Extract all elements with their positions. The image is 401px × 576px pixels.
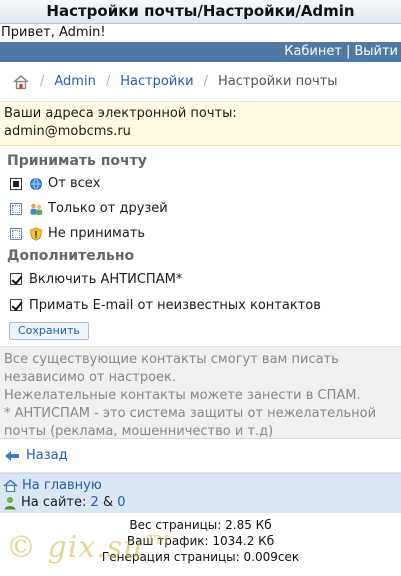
email-info-box: Ваши адреса электронной почты: admin@mob…	[0, 102, 401, 146]
email-address: admin@mobcms.ru	[4, 124, 131, 139]
note-line: независимо от настроек.	[4, 370, 177, 385]
logout-link[interactable]: Выйти	[354, 44, 398, 59]
option-friends-label: Только от друзей	[48, 201, 168, 216]
traffic: Ваш трафик: 1034.2 Кб	[126, 534, 275, 548]
breadcrumb: / Admin / Настройки / Настройки почты	[0, 62, 401, 102]
back-link[interactable]: Назад	[26, 448, 68, 463]
back-link-row[interactable]: Назад	[0, 439, 401, 473]
breadcrumb-separator: /	[40, 74, 45, 89]
radio-none[interactable]	[10, 227, 22, 240]
home-icon[interactable]	[12, 74, 30, 90]
option-none-label: Не принимать	[48, 226, 146, 241]
generation-time: Генерация страницы: 0.009сек	[101, 550, 300, 564]
option-friends[interactable]: Только от друзей	[7, 196, 394, 221]
radio-all[interactable]	[10, 177, 22, 190]
breadcrumb-admin[interactable]: Admin	[54, 74, 95, 89]
breadcrumb-current: Настройки почты	[218, 74, 338, 89]
breadcrumb-separator: /	[105, 74, 111, 89]
antispam-label: Включить АНТИСПАМ*	[29, 271, 183, 287]
home-link[interactable]: На главную	[22, 478, 102, 493]
note-line: * АНТИСПАМ - это система защиты от нежел…	[4, 406, 377, 421]
unknown-contacts-checkbox[interactable]	[10, 299, 22, 311]
option-all-label: От всех	[48, 176, 101, 191]
receive-mail-title: Принимать почту	[7, 153, 147, 169]
breadcrumb-separator: /	[203, 74, 209, 89]
breadcrumb-settings[interactable]: Настройки	[120, 74, 193, 89]
mail-settings-form: Принимать почту От всех Только от друзей…	[0, 146, 401, 347]
page-weight: Вес страницы: 2.85 Кб	[129, 518, 272, 532]
email-label: Ваши адреса электронной почты:	[4, 106, 237, 121]
friends-icon	[29, 202, 43, 216]
antispam-row[interactable]: Включить АНТИСПАМ*	[7, 266, 394, 292]
topbar-separator: |	[345, 44, 351, 59]
page-title: Настройки почты/Настройки/Admin	[0, 0, 401, 24]
top-user-bar: Кабинет | Выйти	[0, 42, 401, 62]
save-button[interactable]: Сохранить	[9, 322, 89, 340]
unknown-contacts-label: Примать E-mail от неизвестных контактов	[29, 297, 321, 313]
extra-title: Дополнительно	[7, 248, 135, 264]
unknown-contacts-row[interactable]: Примать E-mail от неизвестных контактов	[7, 292, 394, 318]
radio-friends[interactable]	[10, 202, 22, 215]
user-icon	[4, 496, 16, 509]
option-all[interactable]: От всех	[7, 171, 394, 196]
shield-warning-icon	[29, 227, 43, 241]
globe-icon	[29, 177, 43, 191]
note-line: Нежелательные контакты можете занести в …	[4, 388, 361, 403]
online-guests-link[interactable]: 0	[117, 495, 125, 510]
info-note: Все существующие контакты смогут вам пис…	[0, 347, 401, 439]
note-line: Все существующие контакты смогут вам пис…	[4, 352, 339, 367]
online-amp: &	[102, 495, 114, 510]
cabinet-link[interactable]: Кабинет	[284, 44, 342, 59]
page-stats: Вес страницы: 2.85 Кб Ваш трафик: 1034.2…	[0, 513, 401, 565]
online-users-link[interactable]: 2	[91, 495, 99, 510]
online-row: На сайте: 2 & 0	[3, 494, 398, 511]
online-label: На сайте:	[21, 495, 87, 510]
home-small-icon	[3, 479, 18, 492]
antispam-checkbox[interactable]	[10, 273, 22, 285]
option-none[interactable]: Не принимать	[7, 221, 394, 246]
home-link-row[interactable]: На главную	[3, 477, 398, 494]
greeting: Привет, Admin!	[1, 25, 106, 40]
footer-nav: На главную На сайте: 2 & 0	[0, 473, 401, 513]
back-arrow-icon	[4, 450, 20, 462]
